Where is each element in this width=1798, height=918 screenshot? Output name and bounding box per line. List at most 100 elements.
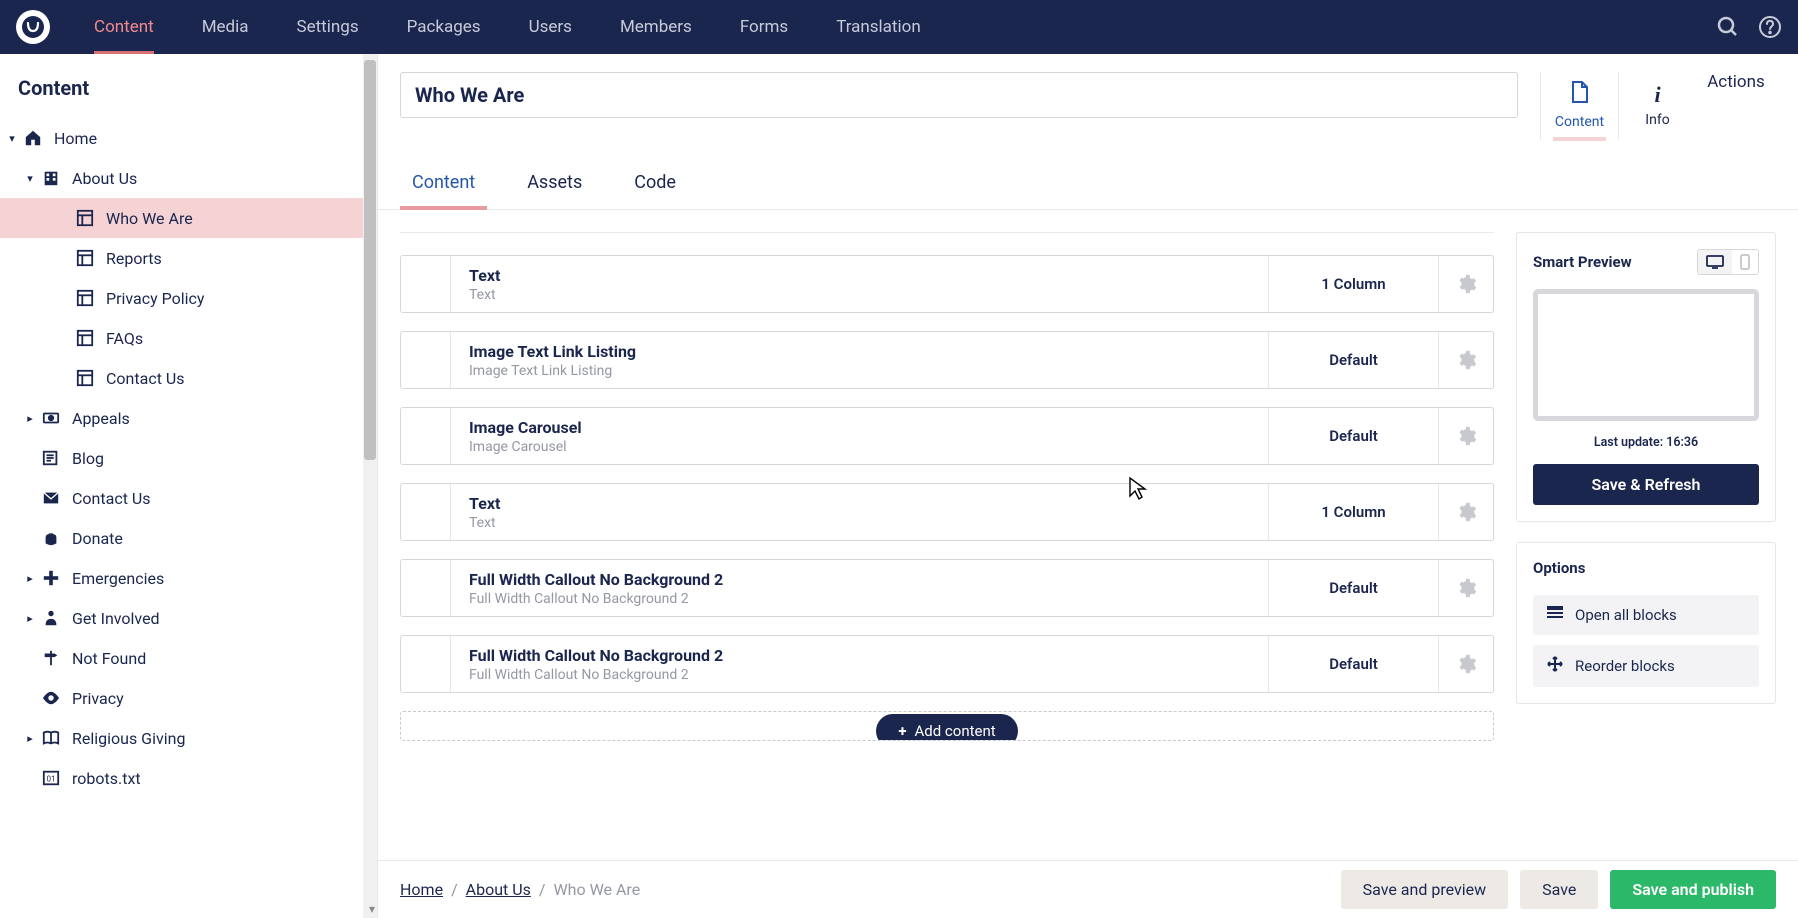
tree-item-appeals[interactable]: ▸Appeals [0, 398, 377, 438]
drag-handle[interactable] [401, 332, 451, 388]
tree-item-donate[interactable]: Donate [0, 518, 377, 558]
save-publish-button[interactable]: Save and publish [1610, 870, 1776, 909]
block-info[interactable]: TextText [451, 484, 1269, 540]
block-info[interactable]: Image CarouselImage Carousel [451, 408, 1269, 464]
content-tab-content[interactable]: Content [400, 162, 487, 209]
block-info[interactable]: Image Text Link ListingImage Text Link L… [451, 332, 1269, 388]
tree-item-religious-giving[interactable]: ▸ Religious Giving [0, 718, 377, 758]
gear-icon[interactable] [1439, 636, 1493, 692]
caret-icon[interactable]: ▸ [24, 412, 36, 425]
drag-handle[interactable] [401, 560, 451, 616]
block-layout[interactable]: 1 Column [1269, 256, 1439, 312]
tree-item-get-involved[interactable]: ▸Get Involved [0, 598, 377, 638]
smart-preview-title: Smart Preview [1533, 253, 1697, 271]
tree-item-contact-us[interactable]: Contact Us [0, 358, 377, 398]
gear-icon[interactable] [1439, 332, 1493, 388]
block-info[interactable]: TextText [451, 256, 1269, 312]
block-row[interactable]: TextText1 Column [400, 483, 1494, 541]
news-icon [40, 449, 62, 467]
app-tab-info[interactable]: i Info [1618, 72, 1696, 140]
save-preview-button[interactable]: Save and preview [1341, 870, 1509, 909]
app-tab-content[interactable]: Content [1540, 72, 1618, 140]
caret-icon[interactable]: ▸ [24, 612, 36, 625]
options-panel: Options Open all blocks Reorder blocks [1516, 542, 1776, 704]
scrollbar-down-icon[interactable]: ▾ [369, 902, 375, 916]
plus-icon [40, 569, 62, 587]
block-info[interactable]: Full Width Callout No Background 2Full W… [451, 636, 1269, 692]
breadcrumb-about[interactable]: About Us [466, 880, 531, 899]
drag-handle[interactable] [401, 484, 451, 540]
help-icon[interactable] [1758, 15, 1782, 39]
tree-item-blog[interactable]: Blog [0, 438, 377, 478]
search-icon[interactable] [1716, 15, 1740, 39]
tree-item-emergencies[interactable]: ▸ Emergencies [0, 558, 377, 598]
gear-icon[interactable] [1439, 408, 1493, 464]
open-all-blocks-button[interactable]: Open all blocks [1533, 595, 1759, 635]
mobile-icon[interactable] [1732, 250, 1758, 274]
tree-item-label: Emergencies [72, 569, 365, 588]
tree-item-reports[interactable]: Reports [0, 238, 377, 278]
drag-handle[interactable] [401, 256, 451, 312]
nav-item-users[interactable]: Users [509, 0, 592, 54]
block-layout[interactable]: 1 Column [1269, 484, 1439, 540]
save-refresh-button[interactable]: Save & Refresh [1533, 464, 1759, 505]
actions-menu[interactable]: Actions [1696, 72, 1776, 92]
tree-item-label: Religious Giving [72, 729, 365, 748]
gear-icon[interactable] [1439, 256, 1493, 312]
drag-handle[interactable] [401, 408, 451, 464]
signpost-icon [40, 649, 62, 667]
add-content-button[interactable]: + Add content [876, 714, 1017, 741]
block-row[interactable]: Full Width Callout No Background 2Full W… [400, 559, 1494, 617]
sidebar-scrollbar[interactable]: ▾ [363, 54, 377, 918]
tree-item-contact-us[interactable]: Contact Us [0, 478, 377, 518]
umbraco-logo[interactable] [16, 10, 50, 44]
content-tab-code[interactable]: Code [622, 162, 688, 209]
tree-item-label: Privacy Policy [106, 289, 365, 308]
page-title-input[interactable] [400, 72, 1518, 118]
tree-item-privacy-policy[interactable]: Privacy Policy [0, 278, 377, 318]
tree-item-label: Contact Us [106, 369, 365, 388]
breadcrumb-home[interactable]: Home [400, 880, 443, 899]
caret-icon[interactable]: ▾ [24, 172, 36, 185]
tree-item-label: Not Found [72, 649, 365, 668]
nav-item-settings[interactable]: Settings [277, 0, 379, 54]
gear-icon[interactable] [1439, 484, 1493, 540]
tree-item-faqs[interactable]: FAQs [0, 318, 377, 358]
gear-icon[interactable] [1439, 560, 1493, 616]
caret-icon[interactable]: ▾ [6, 132, 18, 145]
block-row[interactable]: Image CarouselImage CarouselDefault [400, 407, 1494, 465]
footer-actions: Save and preview Save Save and publish [1341, 870, 1776, 909]
nav-item-content[interactable]: Content [74, 0, 174, 54]
breadcrumb-separator: / [539, 880, 546, 899]
caret-icon[interactable]: ▸ [24, 732, 36, 745]
tree-item-who-we-are[interactable]: Who We Are [0, 198, 377, 238]
block-info[interactable]: Full Width Callout No Background 2Full W… [451, 560, 1269, 616]
block-row[interactable]: Full Width Callout No Background 2Full W… [400, 635, 1494, 693]
tree-item-home[interactable]: ▾Home [0, 118, 377, 158]
open-all-label: Open all blocks [1575, 606, 1677, 624]
block-subtitle: Full Width Callout No Background 2 [469, 591, 1250, 607]
nav-item-forms[interactable]: Forms [720, 0, 808, 54]
content-tab-assets[interactable]: Assets [515, 162, 594, 209]
tree-item-privacy[interactable]: Privacy [0, 678, 377, 718]
scrollbar-thumb[interactable] [364, 60, 376, 460]
nav-item-media[interactable]: Media [182, 0, 269, 54]
desktop-icon[interactable] [1698, 250, 1732, 274]
block-row[interactable]: TextText1 Column [400, 255, 1494, 313]
nav-item-translation[interactable]: Translation [816, 0, 941, 54]
tree-item-robots-txt[interactable]: 01robots.txt [0, 758, 377, 798]
caret-icon[interactable]: ▸ [24, 572, 36, 585]
tree-item-about-us[interactable]: ▾About Us [0, 158, 377, 198]
block-layout[interactable]: Default [1269, 332, 1439, 388]
nav-item-members[interactable]: Members [600, 0, 712, 54]
nav-item-packages[interactable]: Packages [387, 0, 501, 54]
block-row[interactable]: Image Text Link ListingImage Text Link L… [400, 331, 1494, 389]
save-button[interactable]: Save [1520, 870, 1598, 909]
block-layout[interactable]: Default [1269, 636, 1439, 692]
block-layout[interactable]: Default [1269, 560, 1439, 616]
drag-handle[interactable] [401, 636, 451, 692]
add-content-area[interactable]: + Add content [400, 711, 1494, 741]
block-layout[interactable]: Default [1269, 408, 1439, 464]
tree-item-not-found[interactable]: Not Found [0, 638, 377, 678]
reorder-blocks-button[interactable]: Reorder blocks [1533, 645, 1759, 687]
